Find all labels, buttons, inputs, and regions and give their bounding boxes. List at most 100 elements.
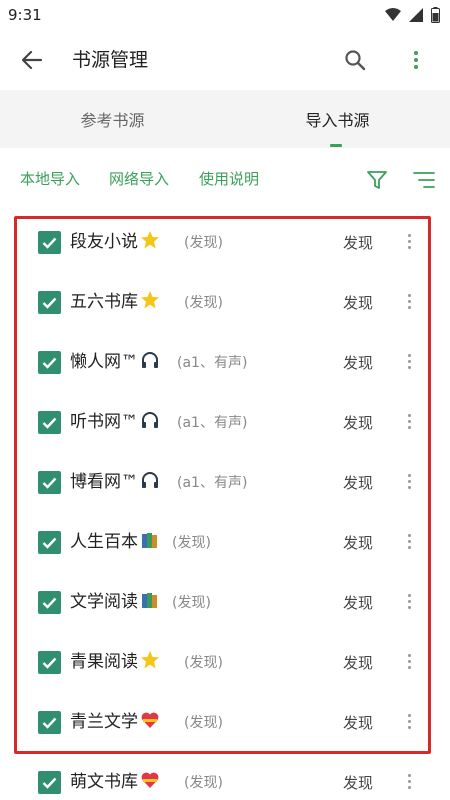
checkbox[interactable] [38,231,61,254]
checkbox[interactable] [38,771,61,794]
check-icon [42,537,57,549]
headphones-icon [142,472,158,488]
source-name: 青兰文学 [70,710,160,734]
status-bar: 9:31 [0,0,450,30]
item-more-icon[interactable] [403,650,415,672]
books-icon [142,533,157,548]
check-icon [42,477,57,489]
source-tag: (发现) [172,595,211,611]
check-icon [42,657,57,669]
network-import-link[interactable]: 网络导入 [109,168,169,190]
item-more-icon[interactable] [403,530,415,552]
arrow-left-icon [22,51,42,69]
app-bar: 书源管理 [0,30,450,90]
list-item[interactable]: 懒人网™ (a1、有声) 发现 [0,332,450,392]
list-item[interactable]: 听书网™ (a1、有声) 发现 [0,392,450,452]
list-item[interactable]: 青兰文学 (发现) 发现 [0,692,450,752]
back-button[interactable] [18,46,46,74]
source-tag: (a1、有声) [177,475,248,491]
checkbox[interactable] [38,351,61,374]
list-item[interactable]: 博看网™ (a1、有声) 发现 [0,452,450,512]
checkbox[interactable] [38,651,61,674]
headphones-icon [142,412,158,428]
tab-reference-sources[interactable]: 参考书源 [0,90,225,148]
source-tag: (发现) [184,715,223,731]
search-button[interactable] [340,45,370,75]
checkbox[interactable] [38,411,61,434]
item-more-icon[interactable] [403,410,415,432]
checkbox[interactable] [38,711,61,734]
check-icon [42,597,57,609]
discover-label[interactable]: 发现 [343,293,373,313]
star-icon [141,231,159,249]
discover-label[interactable]: 发现 [343,473,373,493]
source-tag: (a1、有声) [177,355,248,371]
star-icon [141,651,159,669]
headphones-icon [142,352,158,368]
checkbox[interactable] [38,591,61,614]
tab-import-sources[interactable]: 导入书源 [225,90,450,148]
discover-label[interactable]: 发现 [343,233,373,253]
filter-icon [367,171,387,189]
local-import-link[interactable]: 本地导入 [20,168,80,190]
filter-button[interactable] [364,168,390,192]
item-more-icon[interactable] [403,350,415,372]
discover-label[interactable]: 发现 [343,353,373,373]
source-name: 博看网™ [70,470,160,494]
source-name: 听书网™ [70,410,160,434]
check-icon [42,417,57,429]
wifi-icon [385,8,401,21]
discover-label[interactable]: 发现 [343,713,373,733]
source-tag: (发现) [184,655,223,671]
checkbox[interactable] [38,291,61,314]
usage-guide-link[interactable]: 使用说明 [199,168,259,190]
heart-icon [141,712,159,728]
source-tag: (发现) [184,295,223,311]
discover-label[interactable]: 发现 [343,593,373,613]
star-icon [141,291,159,309]
books-icon [142,593,157,608]
signal-icon [409,8,423,22]
source-name: 青果阅读 [70,650,160,674]
sort-button[interactable] [410,168,438,192]
action-row: 本地导入 网络导入 使用说明 [0,160,450,200]
search-icon [345,50,366,71]
item-more-icon[interactable] [403,710,415,732]
discover-label[interactable]: 发现 [343,533,373,553]
item-more-icon[interactable] [403,290,415,312]
discover-label[interactable]: 发现 [343,653,373,673]
list-item[interactable]: 段友小说 (发现) 发现 [0,212,450,272]
source-name: 人生百本 [70,530,160,554]
item-more-icon[interactable] [403,470,415,492]
status-icons [385,7,440,23]
source-list: 段友小说 (发现) 发现 五六书库 (发现) 发现 懒人网™ (a1、有声) 发… [0,212,450,800]
source-name: 文学阅读 [70,590,160,614]
item-more-icon[interactable] [403,770,415,792]
discover-label[interactable]: 发现 [343,773,373,793]
source-tag: (发现) [184,235,223,251]
battery-icon [431,7,440,23]
check-icon [42,237,57,249]
more-vert-icon[interactable] [402,45,430,75]
check-icon [42,717,57,729]
check-icon [42,297,57,309]
list-item[interactable]: 文学阅读 (发现) 发现 [0,572,450,632]
source-name: 段友小说 [70,230,160,254]
checkbox[interactable] [38,471,61,494]
item-more-icon[interactable] [403,590,415,612]
tab-indicator [330,144,342,147]
list-item[interactable]: 萌文书库 (发现) 发现 [0,752,450,800]
check-icon [42,777,57,789]
page-title: 书源管理 [72,49,149,71]
source-tag: (发现) [184,775,223,791]
checkbox[interactable] [38,531,61,554]
discover-label[interactable]: 发现 [343,413,373,433]
list-item[interactable]: 人生百本 (发现) 发现 [0,512,450,572]
status-time: 9:31 [8,6,42,24]
list-item[interactable]: 五六书库 (发现) 发现 [0,272,450,332]
tab-bar: 参考书源 导入书源 [0,90,450,148]
item-more-icon[interactable] [403,230,415,252]
check-icon [42,357,57,369]
list-item[interactable]: 青果阅读 (发现) 发现 [0,632,450,692]
source-tag: (a1、有声) [177,415,248,431]
